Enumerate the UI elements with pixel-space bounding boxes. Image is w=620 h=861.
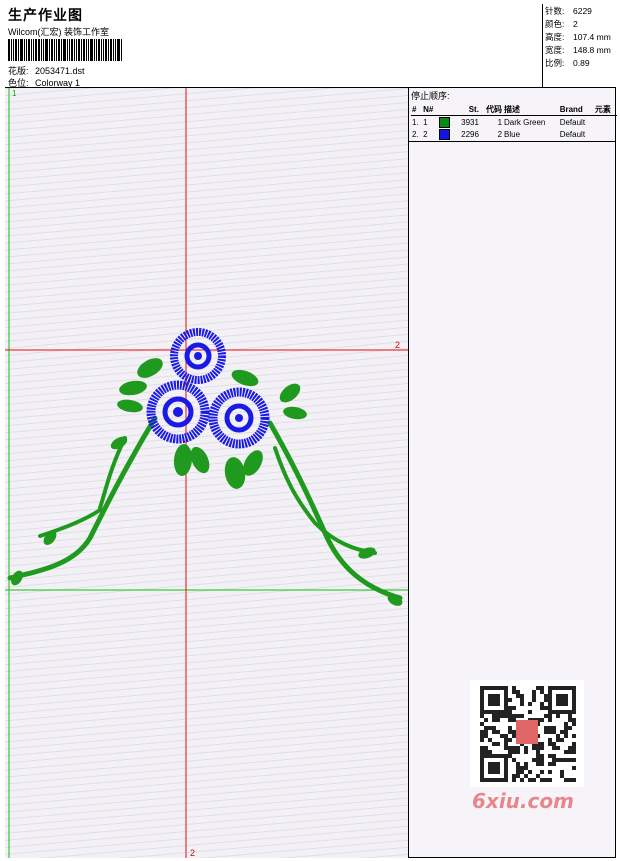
stat-value: 6229 xyxy=(573,6,592,16)
row-desc: Blue xyxy=(504,129,521,139)
row-num: 2. xyxy=(412,129,419,139)
flower-right xyxy=(208,387,270,449)
embroidery-preview: 1 2 2 xyxy=(5,88,408,858)
corner-marker: 1 xyxy=(12,89,17,98)
row-code: 2 xyxy=(497,129,503,139)
design-value: 2053471.dst xyxy=(35,66,85,76)
col-desc: 描述 xyxy=(503,104,559,116)
flower-top xyxy=(170,328,226,384)
row-desc: Dark Green xyxy=(504,117,546,127)
stat-label: 比例: xyxy=(545,58,565,68)
h-axis-marker: 2 xyxy=(395,340,400,350)
row-elem xyxy=(594,116,617,129)
leaf xyxy=(279,383,301,403)
stat-stitches: 针数: 6229 xyxy=(545,5,616,18)
stat-label: 宽度: xyxy=(545,45,565,55)
col-num: # xyxy=(411,104,423,116)
row-n: 2 xyxy=(423,129,428,139)
table-row[interactable]: 2. 2 2296 2 Blue Default xyxy=(411,128,617,140)
stat-value: 148.8 mm xyxy=(573,45,611,55)
leaf xyxy=(283,406,307,420)
barcode xyxy=(8,39,146,61)
header: 生产作业图 Wilcom(汇宏) 装饰工作室 花版: 2053471.dst 色位… xyxy=(5,4,616,88)
row-st: 3931 xyxy=(461,117,479,127)
table-row[interactable]: 1. 1 3931 1 Dark Green Default xyxy=(411,116,617,129)
stat-label: 颜色: xyxy=(545,19,565,29)
col-elem: 元素 xyxy=(593,104,617,116)
stat-value: 0.89 xyxy=(573,58,590,68)
row-brand: Default xyxy=(559,117,586,127)
v-axis-marker: 2 xyxy=(190,848,195,858)
flower-center xyxy=(235,414,243,422)
row-color xyxy=(438,116,455,129)
row-n: 1 xyxy=(423,117,428,127)
left-stem xyxy=(7,415,158,581)
company-name: Wilcom(汇宏) 装饰工作室 xyxy=(8,27,109,37)
stop-sequence-table: # N# St. 代码 描述 Brand 元素 1. 1 3931 1 Dark… xyxy=(411,104,617,140)
page-title: 生产作业图 xyxy=(8,7,83,23)
stat-width: 宽度: 148.8 mm xyxy=(545,44,616,57)
row-color xyxy=(438,128,455,140)
stats-box: 针数: 6229 颜色: 2 高度: 107.4 mm 宽度: 148.8 mm 比例:… xyxy=(542,4,616,88)
leaf xyxy=(231,369,259,387)
row-code: 1 xyxy=(497,117,503,127)
qr-code xyxy=(470,680,584,787)
stat-value: 2 xyxy=(573,19,578,29)
leaf xyxy=(358,547,376,559)
stat-colors: 颜色: 2 xyxy=(545,18,616,31)
blue-flowers xyxy=(146,328,270,449)
design-canvas[interactable]: 1 2 2 xyxy=(5,88,409,858)
leaf xyxy=(117,399,143,413)
watermark-logo: 6xiu.com xyxy=(472,789,574,813)
stat-label: 高度: xyxy=(545,32,565,42)
stop-sequence-title: 停止顺序: xyxy=(411,91,450,101)
col-n: N# xyxy=(422,104,438,116)
red-seal xyxy=(516,720,538,744)
row-num: 1. xyxy=(412,117,419,127)
color-swatch xyxy=(438,128,450,140)
table-header-row: # N# St. 代码 描述 Brand 元素 xyxy=(411,104,617,116)
leaf xyxy=(173,444,193,476)
col-code: 代码 xyxy=(479,104,504,116)
flower-center xyxy=(173,407,183,417)
leaf xyxy=(224,457,246,489)
color-swatch xyxy=(438,116,450,128)
leaf xyxy=(119,380,147,396)
row-brand: Default xyxy=(559,129,586,139)
flower-center xyxy=(194,352,202,360)
col-brand: Brand xyxy=(558,104,594,116)
green-leaves xyxy=(11,358,403,606)
col-st: St. xyxy=(454,104,480,116)
row-elem xyxy=(594,128,617,140)
stat-scale: 比例: 0.89 xyxy=(545,57,616,70)
row-st: 2296 xyxy=(461,129,479,139)
stat-value: 107.4 mm xyxy=(573,32,611,42)
stop-sequence-header: 停止顺序: # N# St. 代码 描述 Brand 元素 1. 1 3931 … xyxy=(409,88,617,142)
stat-height: 高度: 107.4 mm xyxy=(545,31,616,44)
green-stems xyxy=(7,415,403,601)
stat-label: 针数: xyxy=(545,6,565,16)
right-stem xyxy=(267,420,403,601)
colorway-value: Colorway 1 xyxy=(35,78,81,88)
flower-left xyxy=(146,380,210,444)
col-color xyxy=(437,104,455,116)
leaf xyxy=(137,358,163,378)
